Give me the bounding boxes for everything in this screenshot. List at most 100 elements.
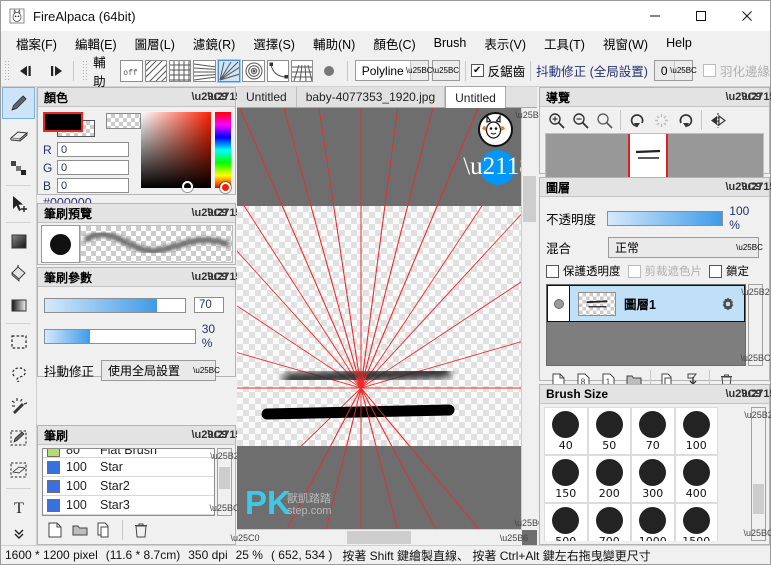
ruler-off-button[interactable]: off (120, 59, 143, 82)
brush-scroll-thumb[interactable] (219, 467, 230, 489)
close-icon-3[interactable]: \u2715 (207, 270, 241, 285)
layer-settings-gear-icon[interactable] (720, 296, 736, 312)
ruler-curve-button[interactable] (266, 59, 289, 82)
brush-size-cell[interactable]: 200 (587, 455, 631, 503)
brush-size-cell[interactable]: 150 (544, 455, 588, 503)
tool-move[interactable] (2, 188, 35, 220)
brush-size-cell[interactable]: 400 (674, 455, 718, 503)
rotate-reset-button[interactable] (649, 109, 673, 131)
close-icon-6[interactable]: \u2715 (741, 180, 771, 195)
tool-bucket[interactable] (2, 257, 35, 289)
close-icon-2[interactable]: \u2715 (207, 206, 241, 221)
tool-select-eraser[interactable] (2, 454, 35, 486)
color-swatches[interactable] (43, 112, 96, 138)
scroll-down-icon[interactable]: \u25BC (209, 501, 239, 515)
brush-list[interactable]: 80 Flat Brush 100 Star 100 Star2 100 Star3 (42, 448, 215, 516)
brush-list-item[interactable]: 80 Flat Brush (43, 449, 214, 458)
brush-opacity-slider[interactable] (44, 328, 196, 344)
layer-row[interactable]: 圖層1 (547, 285, 745, 322)
brush-size-cell[interactable]: 50 (587, 407, 631, 455)
brush-size-cell[interactable]: 700 (587, 503, 631, 541)
menu-file[interactable]: 檔案(F) (7, 31, 66, 56)
canvas-vertical-scrollbar[interactable]: \u25B2 \u25BC (514, 108, 545, 530)
menu-layer[interactable]: 圖層(L) (126, 31, 184, 56)
close-icon[interactable]: \u2715 (207, 90, 241, 105)
tool-select-pen[interactable] (2, 422, 35, 454)
close-icon-4[interactable]: \u2715 (207, 428, 241, 443)
ruler-perspective-1pt-button[interactable] (193, 59, 216, 82)
ruler-perspective-grid-button[interactable] (291, 59, 314, 82)
menu-color[interactable]: 顏色(C) (364, 31, 424, 56)
ruler-cross-button[interactable] (169, 59, 192, 82)
brush-size-cell[interactable]: 300 (631, 455, 675, 503)
tool-brush[interactable] (2, 87, 35, 119)
new-brush-button[interactable] (42, 519, 67, 540)
maximize-button[interactable] (678, 1, 724, 31)
tool-lasso[interactable] (2, 358, 35, 390)
antialias-checkbox[interactable]: 反鋸齒 (470, 61, 525, 80)
zoom-in-button[interactable] (544, 109, 568, 131)
ruler-parallel-button[interactable] (144, 59, 168, 82)
scroll-up-icon[interactable]: \u25B2 (210, 449, 239, 463)
close-button[interactable] (724, 1, 770, 31)
layer-visibility-toggle[interactable] (548, 286, 570, 321)
clipping-checkbox[interactable]: 剪裁遮色片 (627, 263, 702, 279)
brush-list-item[interactable]: 100 Star (43, 458, 214, 477)
zoom-reset-button[interactable] (592, 109, 616, 131)
canvas-viewport[interactable]: \u2118 PK 獸凱踏踏 step.com (237, 108, 537, 545)
brush-stabilizer-select[interactable]: 使用全局設置 \u25BC (101, 360, 220, 381)
tool-more[interactable] (2, 523, 35, 545)
lock-checkbox[interactable]: 鎖定 (709, 263, 749, 279)
bs-scroll-up-icon[interactable]: \u25B2 (744, 408, 771, 422)
tool-eraser[interactable] (2, 119, 35, 151)
document-tab-2[interactable]: Untitled (445, 86, 506, 108)
green-input[interactable]: 0 (57, 160, 129, 175)
canvas-vscroll-thumb[interactable] (523, 176, 536, 222)
brush-size-cell[interactable]: 40 (544, 407, 588, 455)
canvas-scroll-right-icon[interactable]: \u25B6 (500, 530, 529, 545)
blue-input[interactable]: 0 (57, 178, 129, 193)
layer-list-scrollbar[interactable]: \u25B2 \u25BC (740, 284, 771, 366)
brush-size-grid[interactable]: 405070100150200300400500700100015002000 (544, 407, 749, 541)
layer-name[interactable]: 圖層1 (624, 294, 720, 313)
saturation-value-field[interactable] (141, 112, 211, 192)
toolbar-grip[interactable] (4, 59, 11, 82)
canvas-scroll-up-icon[interactable]: \u25B2 (515, 108, 544, 122)
red-input[interactable]: 0 (57, 142, 129, 157)
brush-size-cell[interactable]: 70 (631, 407, 675, 455)
layer-blend-select[interactable]: 正常 \u25BC (608, 237, 763, 258)
brush-size-scrollbar[interactable]: \u25B2 \u25BC (743, 407, 771, 541)
menu-filter[interactable]: 濾鏡(R) (184, 31, 244, 56)
menu-window[interactable]: 視窗(W) (594, 31, 657, 56)
brush-shape-thumbnail[interactable] (41, 225, 80, 263)
layer-opacity-slider[interactable] (607, 210, 724, 226)
tool-gradient-square[interactable] (2, 225, 35, 257)
foreground-color-swatch[interactable] (43, 112, 83, 132)
tool-magic-wand[interactable] (2, 390, 35, 422)
redo-button[interactable] (44, 60, 68, 82)
close-icon-5[interactable]: \u2715 (741, 90, 771, 105)
brush-size-cell[interactable]: 1500 (674, 503, 718, 541)
canvas-scroll-down-icon[interactable]: \u25BC (514, 516, 544, 530)
transparent-swatch[interactable] (105, 113, 141, 129)
canvas-horizontal-scrollbar[interactable]: \u25C0 \u25B6 (230, 529, 529, 545)
canvas-hscroll-thumb[interactable] (347, 531, 411, 544)
ruler-concentric-button[interactable] (242, 59, 265, 82)
feather-checkbox[interactable]: 羽化邊緣 (702, 61, 770, 80)
menu-brush[interactable]: Brush (425, 33, 476, 53)
document-tab-0[interactable]: Untitled (237, 87, 297, 107)
menu-assist[interactable]: 輔助(N) (304, 31, 364, 56)
navigator-preview[interactable] (545, 133, 764, 178)
rotate-ccw-button[interactable] (625, 109, 649, 131)
brush-size-cell[interactable]: 500 (544, 503, 588, 541)
ruler-radial-button[interactable] (216, 58, 242, 83)
layer-scroll-up-icon[interactable]: \u25B2 (741, 285, 770, 299)
bs-scroll-down-icon[interactable]: \u25BC (743, 526, 771, 540)
rotate-cw-button[interactable] (673, 109, 697, 131)
hue-bar[interactable] (214, 112, 231, 193)
brush-size-cell[interactable]: 100 (674, 407, 718, 455)
brush-size-value[interactable]: 70 (194, 297, 224, 313)
tool-smudge[interactable] (2, 151, 35, 183)
minimize-button[interactable] (632, 1, 678, 31)
undo-button[interactable] (13, 60, 37, 82)
